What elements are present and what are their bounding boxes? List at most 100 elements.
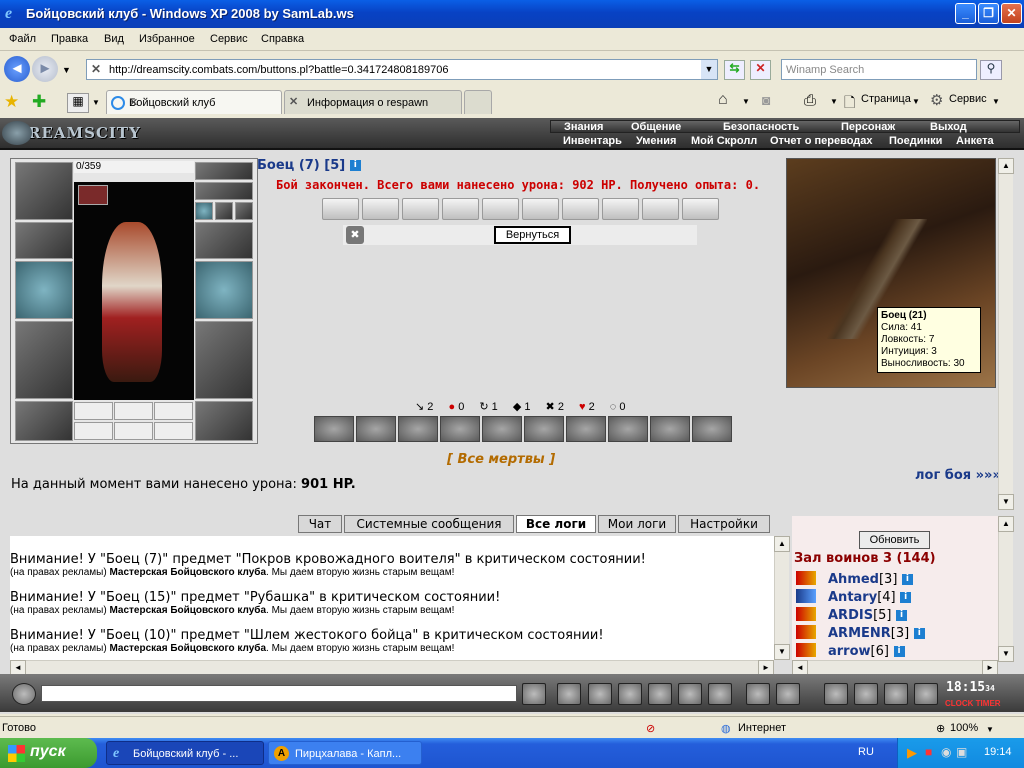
scroll-slot[interactable]: [114, 402, 153, 420]
sound-icon[interactable]: [708, 683, 732, 705]
search-input[interactable]: Winamp Search: [781, 59, 977, 80]
scroll-slot[interactable]: [154, 422, 193, 440]
bracers-slot[interactable]: [15, 222, 73, 259]
tray-app-icon[interactable]: ■: [925, 745, 932, 759]
armor-slot[interactable]: [15, 321, 73, 399]
battle-scroll-slot[interactable]: [642, 198, 679, 220]
zoom-level[interactable]: 100%: [950, 722, 978, 734]
maximize-button[interactable]: ❐: [978, 3, 999, 24]
task-aimp[interactable]: A Пирцхалава - Капл...: [268, 741, 422, 765]
refresh-icon[interactable]: ⇆: [724, 60, 745, 80]
battle-scroll-slot[interactable]: [362, 198, 399, 220]
ring-slot-3[interactable]: [235, 202, 253, 220]
menu-knowledge[interactable]: Знания: [564, 121, 603, 133]
ability-slot[interactable]: [440, 416, 480, 442]
home-dropdown-icon[interactable]: ▼: [742, 97, 750, 106]
info-icon[interactable]: i: [893, 646, 905, 657]
feeds-icon[interactable]: ◙: [762, 92, 770, 108]
task-boycovsky[interactable]: e Бойцовский клуб - ...: [106, 741, 264, 765]
battle-scroll-slot[interactable]: [482, 198, 519, 220]
scroll-down-icon[interactable]: ▼: [998, 646, 1014, 662]
scroll-down-icon[interactable]: ▼: [998, 494, 1014, 510]
fighter-name[interactable]: Боец (7) [5] i: [257, 158, 361, 173]
eraser-icon[interactable]: [557, 683, 581, 705]
start-button[interactable]: пуск: [0, 738, 97, 768]
info-icon[interactable]: i: [896, 610, 908, 621]
back-button[interactable]: Вернуться: [494, 226, 571, 244]
player-item[interactable]: Ahmed[3] i: [828, 572, 913, 587]
menu-skills[interactable]: Умения: [636, 135, 676, 147]
scroll-up-icon[interactable]: ▲: [998, 158, 1014, 174]
scroll-down-icon[interactable]: ▼: [774, 644, 790, 660]
scroll-slot[interactable]: [74, 402, 113, 420]
refresh-button[interactable]: Обновить: [859, 531, 930, 549]
belt-slot[interactable]: [15, 401, 73, 441]
play-icon[interactable]: ▶: [907, 745, 917, 761]
search-icon[interactable]: ⚲: [980, 60, 1002, 80]
tab-all-logs[interactable]: Все логи: [516, 515, 596, 533]
menu-communication[interactable]: Общение: [631, 121, 681, 133]
info-icon[interactable]: i: [901, 574, 913, 585]
ability-slot[interactable]: [314, 416, 354, 442]
close-button[interactable]: ✕: [1001, 3, 1022, 24]
menu-help[interactable]: Справка: [261, 33, 304, 45]
helmet-slot[interactable]: [15, 162, 73, 220]
ring-slot-2[interactable]: [215, 202, 233, 220]
network-icon[interactable]: ▣: [956, 745, 967, 759]
address-bar[interactable]: ✕ http://dreamscity.combats.com/buttons.…: [86, 59, 718, 80]
battle-scroll-slot[interactable]: [562, 198, 599, 220]
fighter-icon[interactable]: [648, 683, 672, 705]
tab-my-logs[interactable]: Мои логи: [598, 515, 676, 533]
tab-chat[interactable]: Чат: [298, 515, 342, 533]
log-hscrollbar[interactable]: ◄ ►: [10, 660, 774, 676]
back-arrow-icon[interactable]: ◄: [4, 56, 30, 82]
weapon-left-slot[interactable]: [15, 261, 73, 319]
service-dropdown-icon[interactable]: ▼: [992, 97, 1000, 106]
speaker-icon[interactable]: ◉: [941, 745, 951, 759]
chat-smile-icon[interactable]: [12, 683, 36, 705]
scroll-up-icon[interactable]: ▲: [774, 536, 790, 552]
clan-icon[interactable]: [776, 683, 800, 705]
ability-slot[interactable]: [482, 416, 522, 442]
player-item[interactable]: ARMENR[3] i: [828, 626, 925, 641]
address-url[interactable]: http://dreamscity.combats.com/buttons.pl…: [109, 64, 449, 76]
print-dropdown-icon[interactable]: ▼: [830, 97, 838, 106]
ability-slot[interactable]: [692, 416, 732, 442]
fight-icon[interactable]: [854, 683, 878, 705]
menu-security[interactable]: Безопасность: [723, 121, 799, 133]
zoom-dropdown-icon[interactable]: ▼: [986, 725, 994, 734]
scroll-up-icon[interactable]: ▲: [998, 516, 1014, 532]
info-icon[interactable]: i: [900, 592, 912, 603]
page-menu[interactable]: Страница: [861, 93, 911, 105]
amulet-slot[interactable]: [195, 182, 253, 200]
scroll-slot[interactable]: [114, 422, 153, 440]
new-tab-button[interactable]: [464, 90, 492, 114]
send-icon[interactable]: [522, 683, 546, 705]
menu-tools[interactable]: Сервис: [210, 33, 248, 45]
save-icon[interactable]: [618, 683, 642, 705]
ring-slot-1[interactable]: [195, 202, 213, 220]
tab-boycovsky[interactable]: Бойцовский клуб ✕: [106, 90, 282, 114]
menu-duels[interactable]: Поединки: [889, 135, 942, 147]
leggings-slot[interactable]: [195, 321, 253, 399]
player-item[interactable]: arrow[6] i: [828, 644, 905, 659]
menu-file[interactable]: Файл: [9, 33, 36, 45]
language-indicator[interactable]: RU: [858, 746, 874, 758]
favorites-star-icon[interactable]: ★: [4, 92, 19, 112]
tab-settings[interactable]: Настройки: [678, 515, 770, 533]
battle-scroll-slot[interactable]: [682, 198, 719, 220]
scroll-slot[interactable]: [74, 422, 113, 440]
game-scrollbar[interactable]: ▲ ▼: [998, 158, 1014, 510]
menu-inventory[interactable]: Инвентарь: [563, 135, 622, 147]
battle-scroll-slot[interactable]: [522, 198, 559, 220]
forward-arrow-icon[interactable]: ►: [32, 56, 58, 82]
ability-slot[interactable]: [356, 416, 396, 442]
battle-log-link[interactable]: лог боя »»»: [915, 468, 1001, 483]
gloves-slot[interactable]: [195, 222, 253, 259]
stats-icon[interactable]: [678, 683, 702, 705]
boots-slot[interactable]: [195, 401, 253, 441]
room-hscrollbar[interactable]: ◄ ►: [792, 660, 998, 676]
menu-edit[interactable]: Правка: [51, 33, 88, 45]
weapon-right-slot[interactable]: [195, 261, 253, 319]
info-icon[interactable]: i: [913, 628, 925, 639]
